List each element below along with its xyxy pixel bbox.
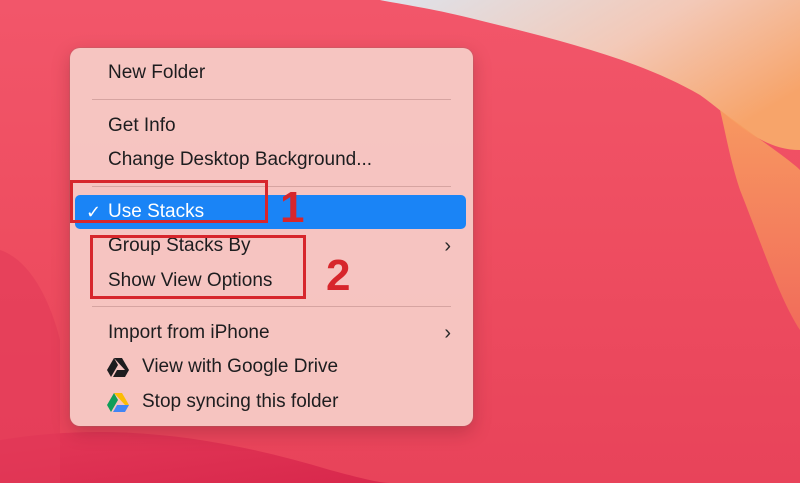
menu-item-new-folder[interactable]: New Folder xyxy=(70,56,473,90)
annotation-box-1 xyxy=(70,180,268,223)
menu-item-stop-syncing-folder[interactable]: Stop syncing this folder xyxy=(70,385,473,419)
menu-item-label: Stop syncing this folder xyxy=(142,391,339,412)
menu-separator xyxy=(92,99,451,100)
menu-item-view-with-google-drive[interactable]: View with Google Drive xyxy=(70,350,473,384)
annotation-box-2 xyxy=(90,235,306,299)
chevron-right-icon: › xyxy=(444,322,451,344)
google-drive-mono-icon xyxy=(107,358,129,377)
menu-item-label: Get Info xyxy=(108,115,176,136)
desktop-background: New Folder Get Info Change Desktop Backg… xyxy=(0,0,800,483)
annotation-number-2: 2 xyxy=(326,251,351,300)
menu-item-label: Change Desktop Background... xyxy=(108,149,373,170)
menu-item-label: Import from iPhone xyxy=(108,322,270,343)
menu-separator xyxy=(92,306,451,307)
google-drive-color-icon xyxy=(107,393,129,412)
menu-item-label: New Folder xyxy=(108,62,206,83)
chevron-right-icon: › xyxy=(444,235,451,257)
menu-item-get-info[interactable]: Get Info xyxy=(70,109,473,143)
menu-item-import-from-iphone[interactable]: Import from iPhone › xyxy=(70,316,473,350)
menu-item-change-desktop-background[interactable]: Change Desktop Background... xyxy=(70,143,473,177)
menu-item-label: View with Google Drive xyxy=(142,356,339,377)
annotation-number-1: 1 xyxy=(280,183,305,232)
